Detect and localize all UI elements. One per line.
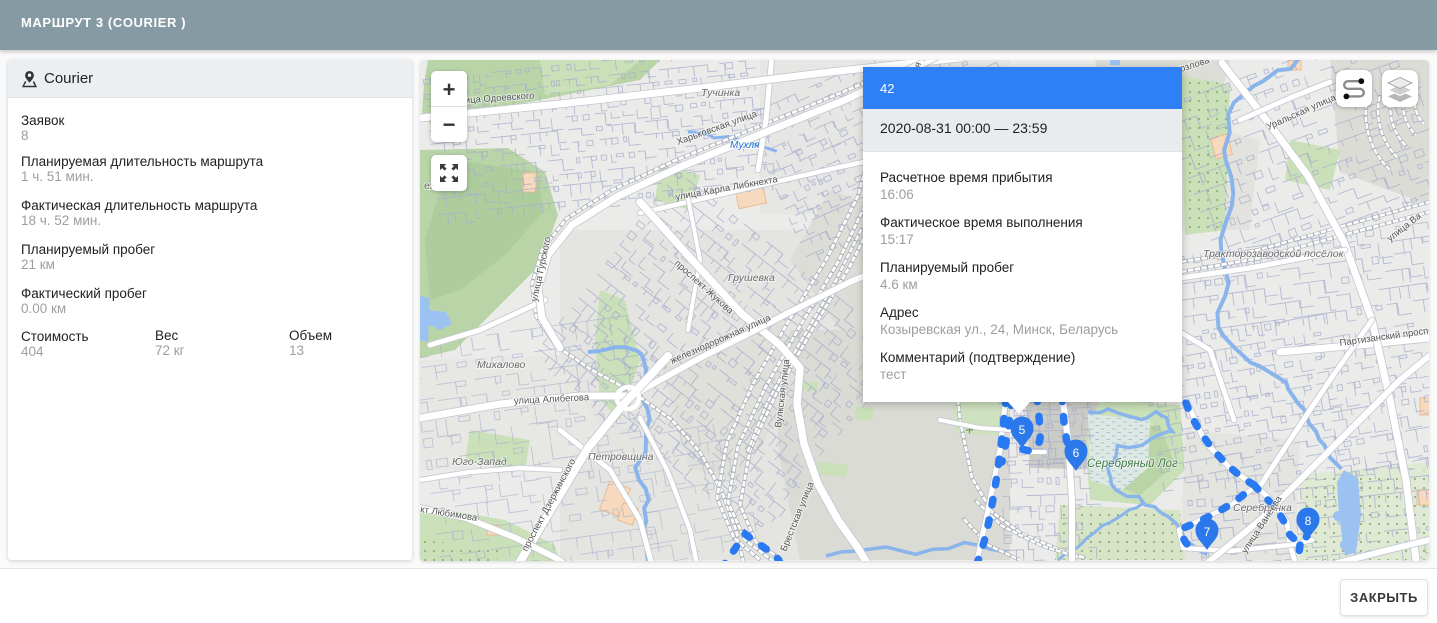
svg-text:Грушевка: Грушевка (728, 272, 775, 284)
svg-text:Петровщина: Петровщина (588, 451, 654, 463)
svg-text:Михалово: Михалово (477, 359, 525, 371)
svg-text:Тучинка: Тучинка (701, 87, 740, 99)
svg-text:Тракторозаводской посёлок: Тракторозаводской посёлок (1203, 248, 1345, 260)
svg-text:Серебряный Лог: Серебряный Лог (1087, 458, 1178, 470)
svg-text:8: 8 (1305, 514, 1312, 528)
svg-text:Мухля: Мухля (730, 140, 760, 151)
svg-text:Юго-Запад: Юго-Запад (452, 456, 507, 468)
svg-text:7: 7 (1204, 525, 1211, 539)
svg-text:5: 5 (1019, 423, 1026, 437)
svg-text:6: 6 (1073, 446, 1080, 460)
